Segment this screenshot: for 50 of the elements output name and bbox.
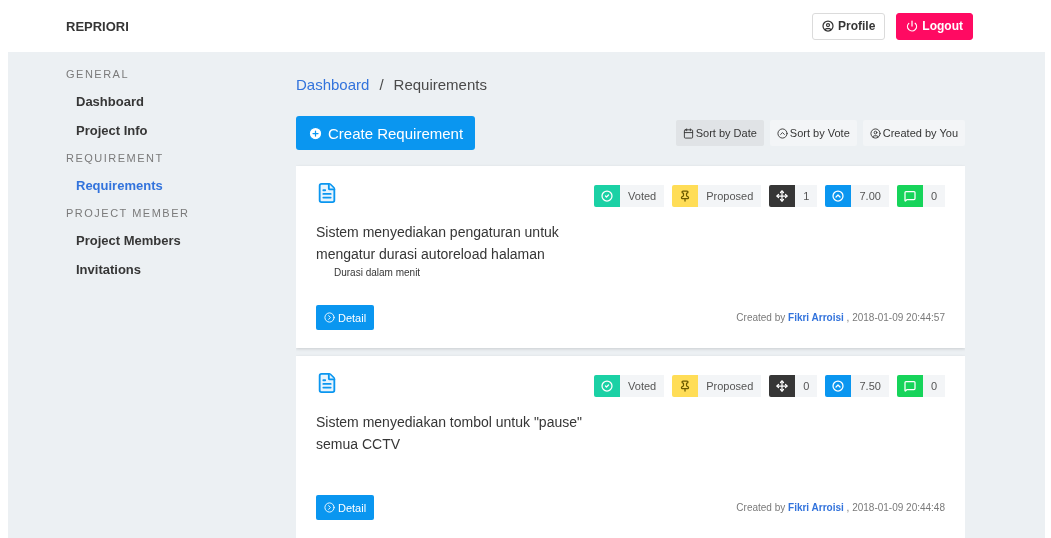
breadcrumb-separator: / — [379, 76, 384, 93]
created-by-text: Created by Fikri Arroisi , 2018-01-09 20:44:48 — [736, 502, 945, 513]
user-icon — [822, 20, 834, 32]
sidebar-item[interactable]: Project Info — [66, 123, 238, 138]
requirement-note: Durasi dalam menit — [333, 267, 422, 278]
created-by-text: Created by Fikri Arroisi , 2018-01-09 20:44:57 — [736, 312, 945, 323]
chat-icon — [896, 185, 923, 207]
sidebar-item[interactable]: Project Members — [66, 233, 238, 248]
chevron-up-circle-icon — [776, 127, 788, 139]
plus-circle-icon — [308, 125, 323, 141]
pin-icon — [672, 185, 699, 207]
tag-label: 1 — [795, 185, 818, 207]
chevron-right-circle-icon — [324, 312, 335, 323]
power-icon — [906, 20, 919, 32]
pin-icon — [672, 375, 699, 397]
chat-icon — [896, 375, 923, 397]
tag-label: Voted — [620, 375, 665, 397]
sort-button[interactable]: Sort by Vote — [769, 120, 857, 146]
sidebar-section-title: REQUIREMENT — [66, 152, 165, 164]
document-icon — [316, 372, 338, 394]
author-link[interactable]: Fikri Arroisi — [788, 502, 844, 513]
tag-label: 0 — [922, 375, 945, 397]
user-icon — [869, 127, 881, 139]
requirement-title: Sistem menyediakan pengaturan untuk mengatur durasi autoreload halaman — [316, 223, 560, 264]
calendar-icon — [682, 127, 694, 139]
tag-label: Proposed — [698, 185, 762, 207]
tag-label: 7.50 — [851, 375, 889, 397]
sidebar-item[interactable]: Invitations — [66, 262, 238, 277]
sidebar-section-title: GENERAL — [66, 68, 131, 80]
tag-label: Voted — [620, 185, 665, 207]
move-icon — [769, 375, 796, 397]
breadcrumb-link[interactable]: Dashboard — [296, 76, 370, 93]
document-icon — [316, 182, 338, 204]
brand-name: REPRIORI — [66, 18, 130, 34]
tag-label: 7.00 — [851, 185, 889, 207]
tag-label: 0 — [922, 185, 945, 207]
author-link[interactable]: Fikri Arroisi — [788, 312, 844, 323]
breadcrumb-current: Requirements — [393, 76, 487, 93]
sidebar-item[interactable]: Dashboard — [66, 94, 238, 109]
tag-label: 0 — [795, 375, 818, 397]
sort-button[interactable]: Sort by Date — [675, 120, 764, 146]
tag-label: Proposed — [698, 375, 762, 397]
requirement-title: Sistem menyediakan tombol untuk "pause" semua CCTV — [316, 413, 583, 454]
sort-button[interactable]: Created by You — [862, 120, 965, 146]
logout-button[interactable]: Logout — [896, 12, 973, 40]
chevron-right-circle-icon — [324, 502, 335, 513]
sidebar-section-title: PROJECT MEMBER — [66, 207, 191, 219]
sidebar-item[interactable]: Requirements — [66, 178, 238, 193]
move-icon — [769, 185, 796, 207]
profile-button[interactable]: Profile — [812, 12, 886, 40]
